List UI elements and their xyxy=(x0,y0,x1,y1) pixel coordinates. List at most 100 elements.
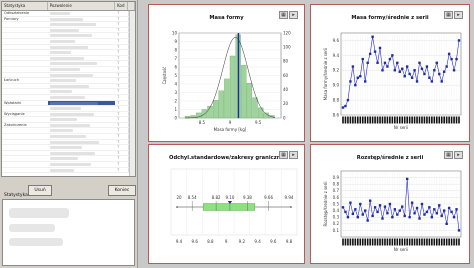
redacted-text xyxy=(49,129,73,133)
grid-cell-name xyxy=(2,61,48,66)
data-point xyxy=(428,76,431,79)
statystyka-box[interactable] xyxy=(2,199,135,266)
histogram-chart: 0123456789100204060801001208.5 9 9.5Masa f… xyxy=(162,30,291,132)
data-point xyxy=(423,72,426,76)
redacted-text xyxy=(49,45,88,49)
x-tick-label xyxy=(431,238,433,246)
y-axis-label: Masa formy/średnie z serii xyxy=(323,48,328,101)
grid-cell-name xyxy=(2,106,48,111)
data-point xyxy=(435,61,438,65)
histogram-bar xyxy=(207,105,213,119)
histogram-bar xyxy=(246,83,253,119)
grid-cell-value xyxy=(48,50,115,55)
x-tick-label xyxy=(406,116,408,124)
x-tick-label xyxy=(450,238,453,246)
x-tick-label xyxy=(435,116,438,124)
x-tick-label xyxy=(386,116,389,124)
grid-col-extra[interactable] xyxy=(128,2,135,10)
data-point xyxy=(368,199,372,202)
data-grid[interactable]: Statystyka Pozwolenie Kod Odkształcenie T… xyxy=(1,1,136,177)
data-point xyxy=(452,69,456,72)
y-tick-label: 4 xyxy=(174,81,177,86)
grid-cell-name xyxy=(2,67,48,72)
grid-col-kod[interactable]: Kod xyxy=(115,2,129,10)
redacted-text xyxy=(49,135,86,139)
koniec-button[interactable]: Koniec xyxy=(108,185,136,196)
grid-col-pozwolenie[interactable]: Pozwolenie xyxy=(48,2,116,10)
usun-button[interactable]: Usuń xyxy=(28,185,52,196)
x-tick-label xyxy=(450,116,453,124)
histogram-bar xyxy=(224,78,230,119)
x-tick-label xyxy=(364,238,367,246)
grid-cell-name xyxy=(2,33,48,38)
grid-cell-value xyxy=(48,134,115,139)
x-axis-label: Nr serii xyxy=(394,247,408,252)
x-tick-label xyxy=(433,238,436,246)
x-tick-label xyxy=(440,116,443,124)
redacted-text xyxy=(49,146,82,150)
x-axis-label: Masa formy [kg] xyxy=(214,127,247,132)
x-tick-label xyxy=(458,116,460,124)
grid-cell-code: T xyxy=(117,145,120,150)
grid-cell-value xyxy=(48,128,115,133)
x-tick-label xyxy=(438,116,441,124)
grid-cell-code: T xyxy=(117,83,120,88)
statystyka-label: Statystyka xyxy=(4,193,28,198)
data-point xyxy=(373,50,377,53)
grid-cell-code: T xyxy=(117,162,120,167)
y-axis-label: Rozstęp/średnie z serii xyxy=(323,182,328,227)
data-point xyxy=(391,216,394,219)
grid-cell-value xyxy=(48,106,115,111)
data-point xyxy=(344,210,347,214)
grid-cell-name xyxy=(2,56,48,61)
x-tick-label: 8.8 xyxy=(207,239,214,244)
data-point xyxy=(393,208,397,211)
grid-cell-value xyxy=(48,123,115,128)
limit-label: 8.82 xyxy=(212,195,221,200)
x-tick-label: 9.8 xyxy=(286,239,293,244)
x-tick-label: 9.6 xyxy=(270,239,277,244)
y-tick-label: 0.3 xyxy=(333,215,340,220)
grid-cell-value xyxy=(48,140,115,145)
grid-cell-name xyxy=(2,151,48,156)
x-tick-label xyxy=(453,116,455,124)
limit-label: 9.38 xyxy=(243,195,252,200)
grid-cell-name xyxy=(2,145,48,150)
grid-cell-value xyxy=(48,11,115,16)
x-tick-label xyxy=(366,238,369,246)
data-point xyxy=(430,216,434,219)
data-point xyxy=(398,209,401,212)
std-chart: 8.54 8.82 9.10 9.38 9.66 20 9.94 9.4 9.6 8.8 9 9.2 9… xyxy=(170,168,298,244)
grid-cell-code: T xyxy=(117,134,120,139)
data-point xyxy=(393,69,397,72)
limit-label: 9.66 xyxy=(264,195,273,200)
grid-col-statystyka[interactable]: Statystyka xyxy=(2,2,48,10)
grid-cell-name xyxy=(2,39,48,44)
redacted-text xyxy=(49,118,77,122)
y-tick-label: 0.9 xyxy=(333,175,340,180)
x-tick-label xyxy=(391,238,394,246)
x-tick-label xyxy=(366,116,369,124)
grid-row[interactable]: T xyxy=(2,167,135,174)
grid-cell-value xyxy=(48,17,115,22)
x-tick-label xyxy=(413,116,416,124)
x-tick-label xyxy=(416,116,418,124)
data-point xyxy=(388,202,392,206)
data-point xyxy=(401,205,404,208)
redacted-text xyxy=(49,168,74,172)
grid-cell-value xyxy=(48,28,115,33)
x-tick-label xyxy=(374,238,376,246)
x-tick-label xyxy=(371,238,374,246)
redacted-text xyxy=(49,107,81,111)
grid-scrollbar[interactable] xyxy=(129,11,135,176)
y-tick-label: 0.2 xyxy=(333,221,340,226)
data-point xyxy=(383,61,387,65)
grid-cell-code: T xyxy=(117,150,120,155)
trend-range-chart: 0.9 0.80.7 0.60.5 0.4 0.30.2 0.1 Nr serii Rozst… xyxy=(323,170,462,252)
y-tick-label: 0 xyxy=(174,115,177,120)
grid-cell-code: T xyxy=(117,111,120,116)
x-tick-label xyxy=(354,238,357,246)
grid-cell-code: T xyxy=(117,50,120,55)
x-tick-label xyxy=(379,116,381,124)
x-tick-label xyxy=(426,238,428,246)
